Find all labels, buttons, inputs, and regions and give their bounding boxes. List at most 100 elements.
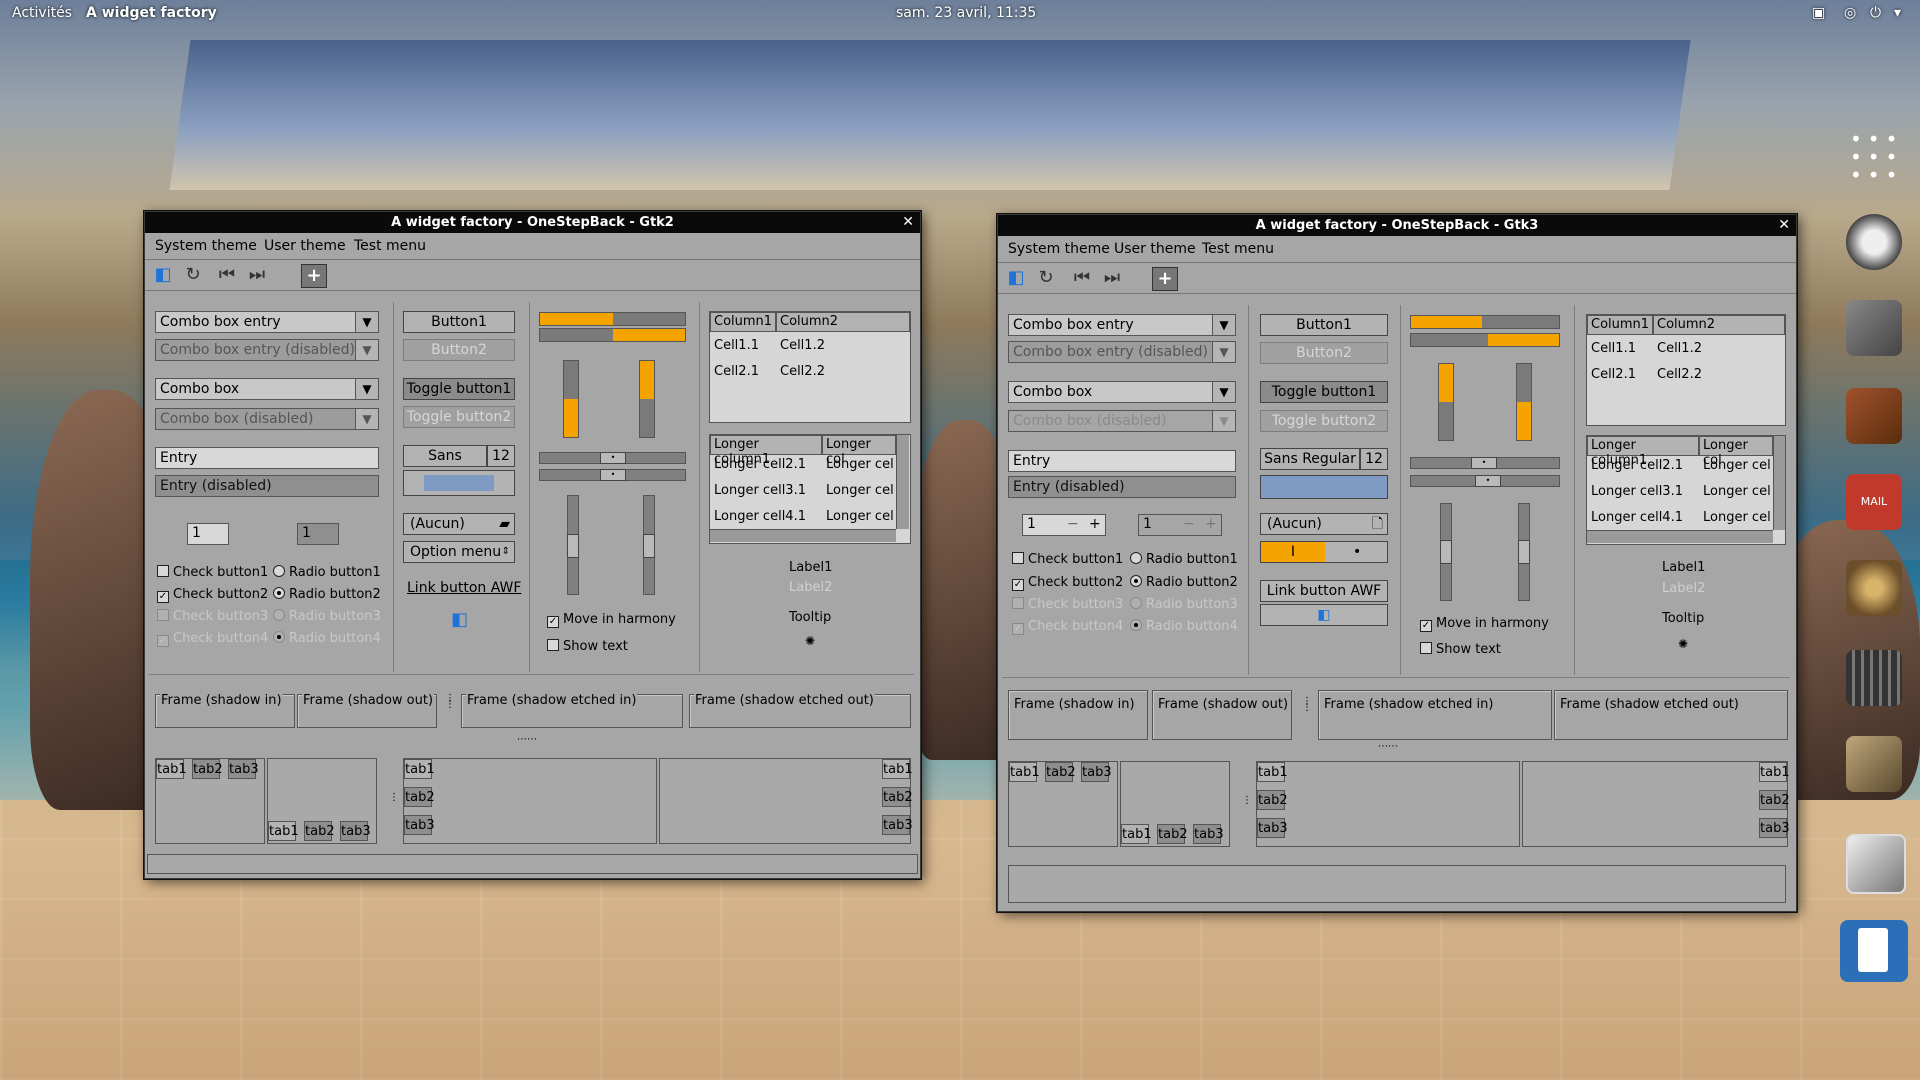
file-chooser-button[interactable]: (Aucun) 🗋 — [1260, 513, 1388, 535]
tab-3[interactable]: tab3 — [1193, 824, 1224, 844]
show-text-check[interactable]: Show text — [1420, 642, 1501, 657]
tab-3[interactable]: tab3 — [882, 815, 913, 835]
tree-cell[interactable]: Longer cell3.1 — [714, 483, 806, 498]
tab-2[interactable]: tab2 — [1157, 824, 1188, 844]
paned-handle-icon[interactable]: ⋮ ⋮ — [1302, 697, 1312, 713]
tree-cell[interactable]: Cell2.2 — [780, 364, 825, 379]
refresh-icon[interactable]: ↻ — [1034, 267, 1058, 289]
menu-system-theme[interactable]: System theme — [1008, 241, 1110, 257]
toggle-button1[interactable]: Toggle button1 — [1260, 381, 1388, 403]
menu-test[interactable]: Test menu — [1202, 241, 1274, 257]
paned-handle-icon[interactable]: ⋮ ⋮ — [445, 694, 455, 710]
app-grid-icon[interactable]: ••• ••• ••• — [1850, 129, 1903, 185]
tooltip-label[interactable]: Tooltip — [789, 610, 831, 625]
button1[interactable]: Button1 — [403, 311, 515, 333]
tree-cell[interactable]: Cell1.2 — [780, 338, 825, 353]
tree-cell[interactable]: Longer cel — [1703, 458, 1771, 473]
vertical-scrollbar[interactable] — [896, 435, 909, 529]
entry-field[interactable]: Entry — [155, 447, 379, 469]
activities-button[interactable]: Activités — [12, 5, 72, 21]
clock[interactable]: sam. 23 avril, 11:35 — [896, 5, 1036, 21]
check-button1[interactable]: Check button1 — [1012, 552, 1123, 567]
column-header-longer-1[interactable]: Longer column1 — [710, 435, 822, 467]
scale-handle[interactable]: • — [600, 469, 626, 481]
color-button[interactable] — [403, 470, 515, 496]
font-button[interactable]: Sans — [403, 445, 487, 467]
link-button[interactable]: Link button AWF — [407, 580, 521, 596]
tab-1[interactable]: tab1 — [268, 821, 299, 841]
check-button1[interactable]: Check button1 — [157, 565, 268, 580]
app-icon[interactable]: ◧ — [1004, 267, 1028, 289]
tree-cell[interactable]: Longer cell4.1 — [1591, 510, 1683, 525]
menu-test[interactable]: Test menu — [354, 238, 426, 254]
close-icon[interactable]: ✕ — [1778, 215, 1790, 236]
tab-1[interactable]: tab1 — [1759, 762, 1790, 782]
scale-handle[interactable] — [567, 534, 579, 558]
scale-handle[interactable]: • — [600, 452, 626, 464]
paned-handle-icon[interactable]: ⋯⋯ — [1378, 741, 1398, 752]
tab-3[interactable]: tab3 — [340, 821, 371, 841]
tab-2[interactable]: tab2 — [192, 759, 223, 779]
chevron-down-icon[interactable]: ▼ — [355, 312, 378, 332]
close-icon[interactable]: ✕ — [902, 212, 914, 233]
show-text-check[interactable]: Show text — [547, 639, 628, 654]
gtk3-titlebar[interactable]: A widget factory - OneStepBack - Gtk3 ✕ — [998, 215, 1796, 236]
tab-1[interactable]: tab1 — [1257, 762, 1288, 782]
tree-view-2[interactable]: Longer column1 Longer col Longer cell2.1… — [1586, 435, 1786, 545]
compass-icon[interactable] — [1846, 214, 1902, 270]
option-menu[interactable]: Option menu ⇕ — [403, 541, 515, 563]
tree-cell[interactable]: Longer cel — [1703, 510, 1771, 525]
switch[interactable]: I • — [1260, 541, 1388, 563]
add-icon[interactable]: + — [301, 264, 327, 288]
horizontal-scale-1[interactable]: • — [1410, 457, 1560, 469]
first-icon[interactable]: ⏮ — [215, 264, 239, 286]
chevron-down-icon[interactable]: ▼ — [1212, 315, 1235, 335]
minus-icon[interactable]: − — [1067, 516, 1079, 532]
column-header-longer-1[interactable]: Longer column1 — [1587, 436, 1699, 468]
gtk2-titlebar[interactable]: A widget factory - OneStepBack - Gtk2 ✕ — [145, 212, 920, 233]
app-running-icon[interactable] — [1840, 920, 1908, 982]
last-icon[interactable]: ⏭ — [245, 264, 269, 286]
turntable-icon[interactable] — [1846, 560, 1902, 616]
vertical-scrollbar[interactable] — [1773, 436, 1785, 530]
column-header-longer-2[interactable]: Longer col — [822, 435, 896, 467]
paned-handle-icon[interactable]: ⋯⋯ — [517, 734, 537, 745]
tab-2[interactable]: tab2 — [1257, 790, 1288, 810]
radio-button2[interactable]: Radio button2 — [273, 587, 381, 602]
tab-3[interactable]: tab3 — [228, 759, 259, 779]
tree-cell[interactable]: Longer cell3.1 — [1591, 484, 1683, 499]
tab-1[interactable]: tab1 — [404, 759, 435, 779]
mail-icon[interactable]: MAIL — [1846, 474, 1902, 530]
vertical-scale-1[interactable] — [1440, 503, 1452, 601]
entry-field[interactable]: Entry — [1008, 450, 1236, 472]
column-header-longer-2[interactable]: Longer col — [1699, 436, 1773, 468]
calculator-icon[interactable] — [1846, 650, 1902, 706]
check-button2[interactable]: ✓ Check button2 — [157, 587, 268, 603]
menu-system-theme[interactable]: System theme — [155, 238, 257, 254]
tree-cell[interactable]: Longer cell4.1 — [714, 509, 806, 524]
tree-cell[interactable]: Cell2.1 — [714, 364, 759, 379]
radio-icon[interactable] — [1846, 388, 1902, 444]
tab-1[interactable]: tab1 — [1009, 762, 1040, 782]
tree-cell[interactable]: Longer cel — [826, 457, 894, 472]
plus-icon[interactable]: + — [1089, 516, 1101, 532]
network-icon[interactable]: ◎ — [1844, 5, 1856, 21]
toggle-button1[interactable]: Toggle button1 — [403, 378, 515, 400]
tab-2[interactable]: tab2 — [304, 821, 335, 841]
file-chooser-button[interactable]: (Aucun) ▰ — [403, 513, 515, 535]
radio-button1[interactable]: Radio button1 — [1130, 552, 1238, 567]
tree-cell[interactable]: Cell1.1 — [714, 338, 759, 353]
tab-2[interactable]: tab2 — [882, 787, 913, 807]
vertical-scale-2[interactable] — [643, 495, 655, 595]
scale-handle[interactable] — [1440, 540, 1452, 564]
tree-view-1[interactable]: Column1 Column2 Cell1.1 Cell1.2 Cell2.1 … — [709, 311, 911, 423]
tab-2[interactable]: tab2 — [1759, 790, 1790, 810]
image-button[interactable]: ◧ — [1260, 604, 1388, 626]
screen-icon[interactable]: ▣ — [1812, 5, 1825, 21]
screenshot-icon[interactable] — [1846, 834, 1906, 894]
vertical-scale-1[interactable] — [567, 495, 579, 595]
horizontal-scale-2[interactable]: • — [539, 469, 686, 481]
vertical-scale-2[interactable] — [1518, 503, 1530, 601]
power-icon[interactable]: ⏻ — [1870, 5, 1881, 21]
tab-1[interactable]: tab1 — [1121, 824, 1152, 844]
